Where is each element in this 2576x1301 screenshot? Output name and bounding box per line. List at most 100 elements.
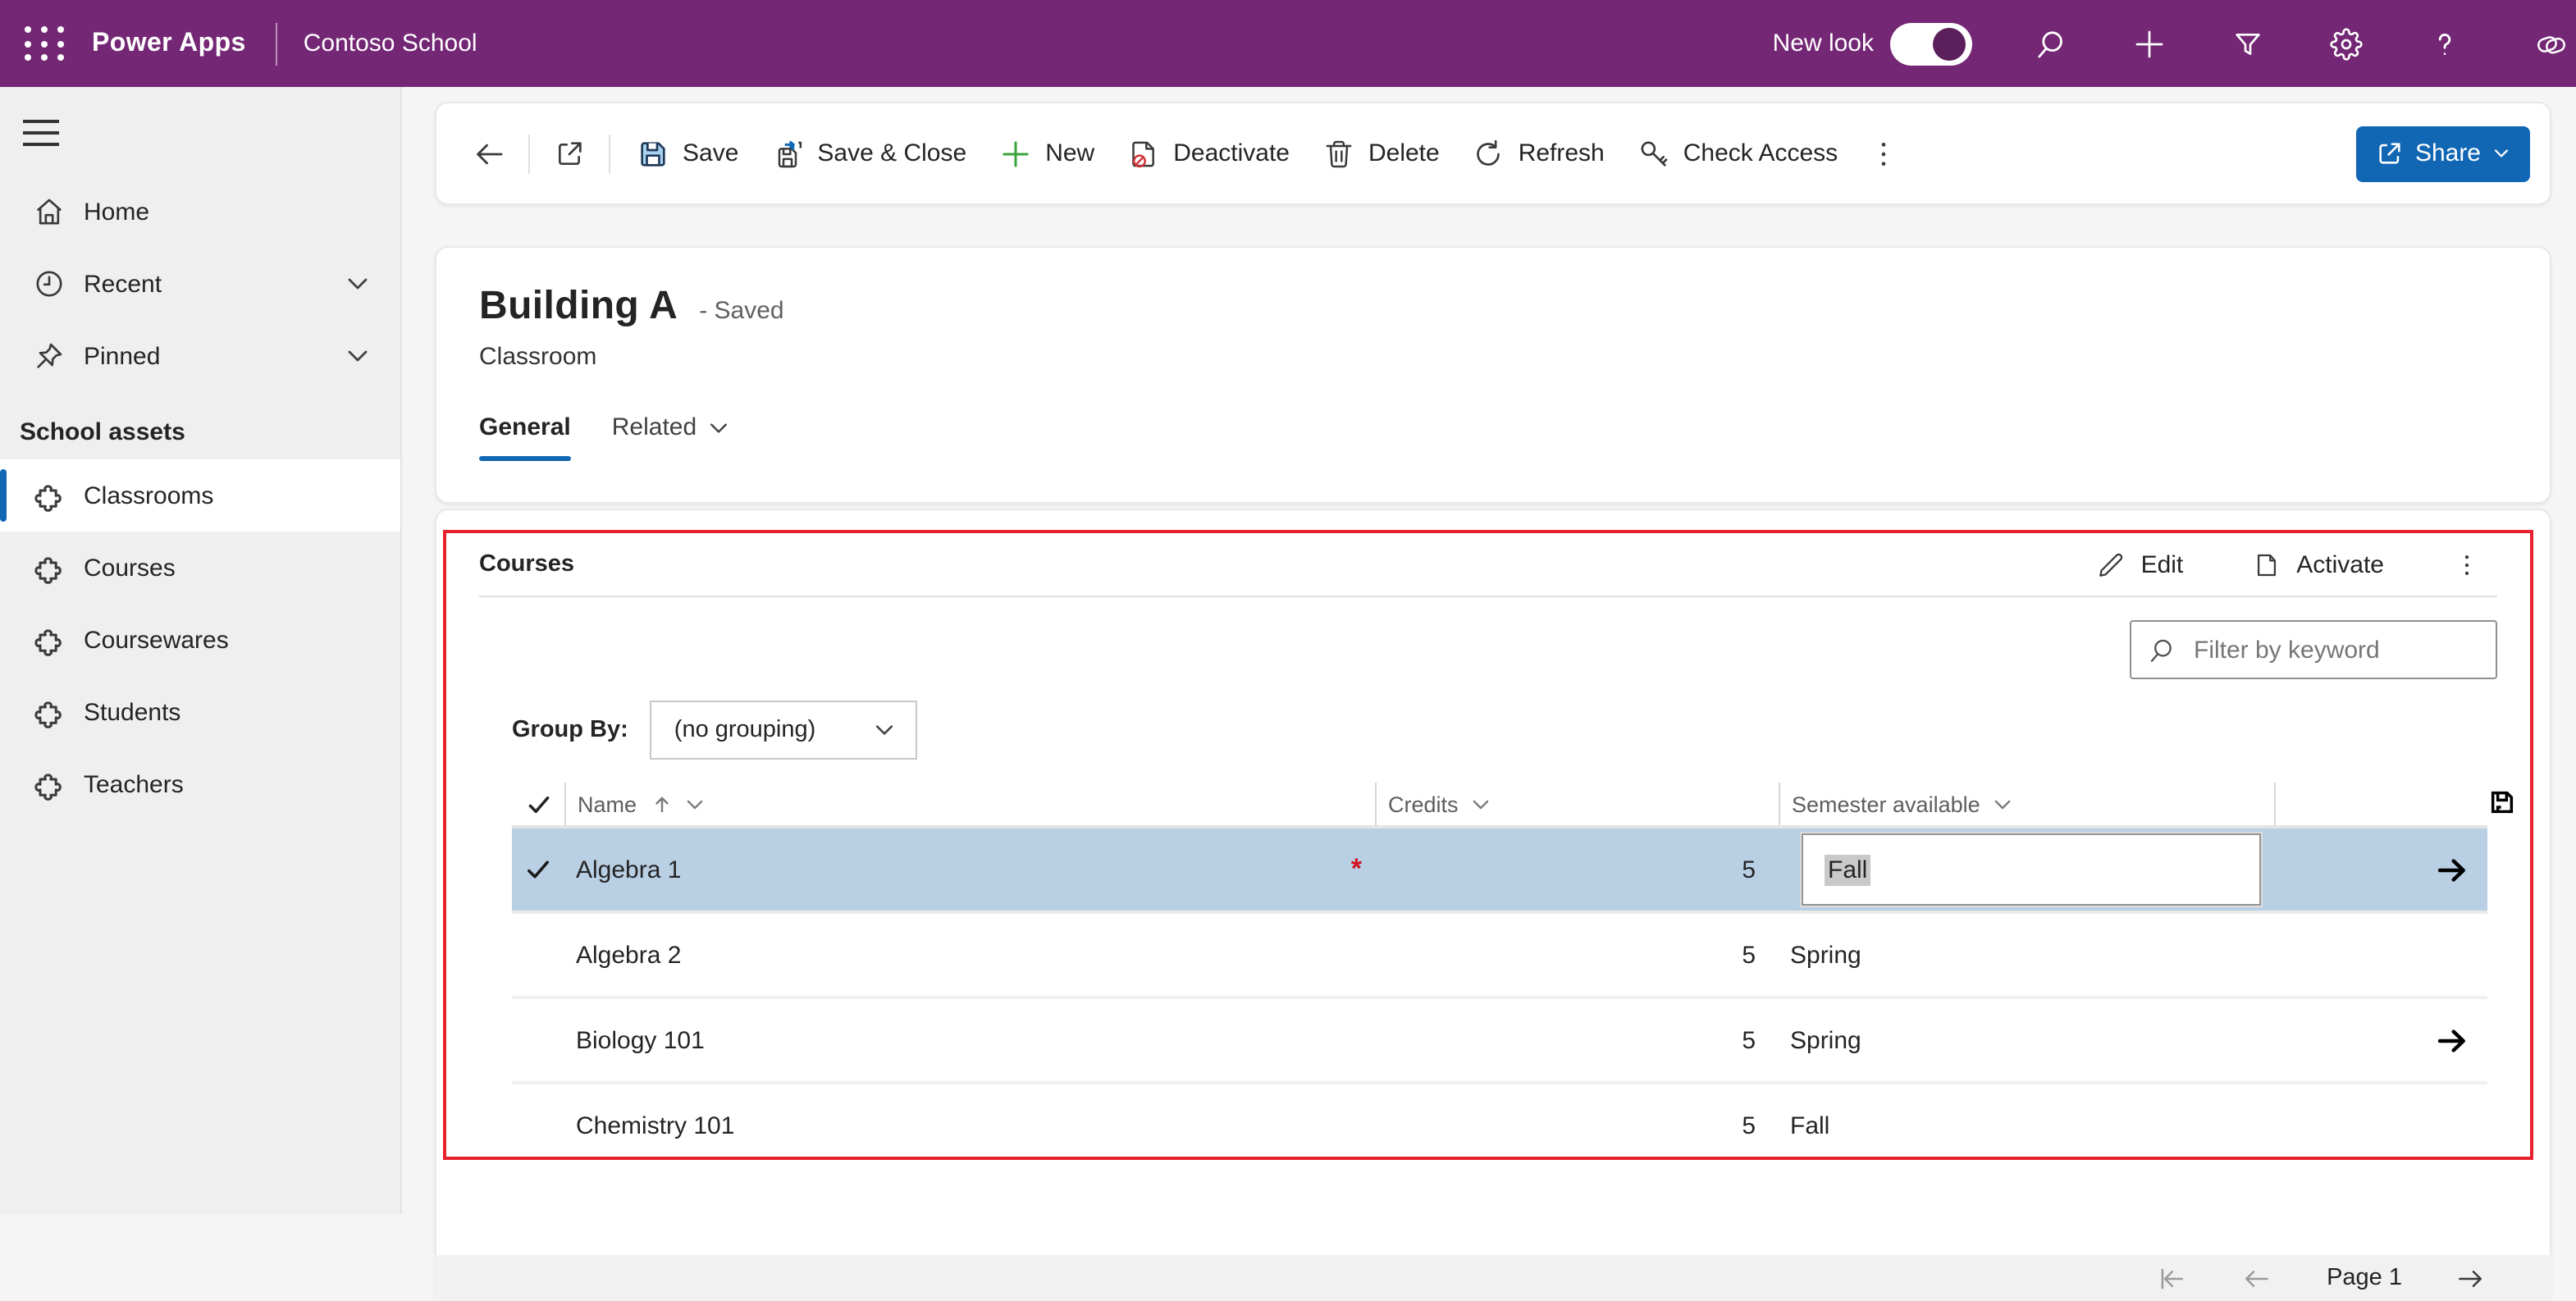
required-field-marker: *: [1350, 853, 1362, 884]
app-name[interactable]: Contoso School: [304, 30, 477, 57]
tab-related[interactable]: Related: [612, 413, 729, 461]
divider: [609, 134, 610, 173]
new-look-toggle[interactable]: [1890, 22, 1972, 65]
open-in-new-window-icon: [559, 141, 582, 164]
add-icon[interactable]: [2133, 27, 2166, 60]
save-close-icon: [779, 139, 802, 167]
sidebar-item-recent[interactable]: Recent: [0, 248, 400, 320]
checkmark-icon: [528, 860, 549, 879]
puzzle-icon: [34, 557, 62, 584]
checkmark-icon: [528, 795, 549, 813]
sidebar: Home Recent Pinned School assets Classro…: [0, 87, 402, 1214]
search-icon[interactable]: [2035, 27, 2067, 60]
first-page-icon[interactable]: [2156, 1262, 2187, 1294]
select-all-checkbox[interactable]: [512, 792, 564, 816]
edit-button[interactable]: Edit: [2077, 541, 2204, 588]
semester-edit-textbox[interactable]: Fall: [1802, 833, 2261, 906]
column-header-credits[interactable]: Credits: [1375, 783, 1779, 825]
new-plus-icon: [1003, 140, 1029, 167]
column-header-semester[interactable]: Semester available: [1779, 783, 2274, 825]
sidebar-item-coursewares[interactable]: Coursewares: [0, 604, 400, 676]
copilot-icon[interactable]: [2527, 27, 2576, 60]
save-button[interactable]: Save: [620, 124, 755, 183]
top-bar: Power Apps Contoso School New look: [0, 0, 2576, 87]
cell-open-record[interactable]: [2274, 852, 2487, 887]
back-button[interactable]: [459, 124, 518, 183]
activate-button[interactable]: Activate: [2232, 541, 2404, 588]
search-icon: [2150, 638, 2172, 661]
table-row-algebra-2[interactable]: Algebra 2 5 Spring: [512, 914, 2487, 999]
tab-general[interactable]: General: [479, 413, 571, 461]
refresh-button[interactable]: Refresh: [1456, 124, 1621, 183]
cell-open-record[interactable]: [2274, 1023, 2487, 1057]
sidebar-section-label: School assets: [20, 418, 185, 446]
share-icon: [2379, 143, 2400, 164]
hamburger-menu-icon[interactable]: [23, 120, 59, 146]
sidebar-item-pinned[interactable]: Pinned: [0, 320, 400, 392]
settings-icon[interactable]: [2330, 27, 2363, 60]
sidebar-item-teachers[interactable]: Teachers: [0, 748, 400, 820]
sidebar-item-label: Courses: [84, 554, 176, 582]
chevron-down-icon: [687, 799, 703, 809]
divider: [528, 134, 530, 173]
cell-semester[interactable]: Spring: [1779, 1026, 2274, 1054]
new-button[interactable]: New: [983, 124, 1111, 183]
command-bar-overflow-button[interactable]: [1854, 124, 1913, 183]
sidebar-item-classrooms[interactable]: Classrooms: [0, 459, 400, 532]
previous-page-icon[interactable]: [2241, 1262, 2272, 1294]
sidebar-item-courses[interactable]: Courses: [0, 532, 400, 604]
open-record-arrow-icon[interactable]: [2435, 1023, 2469, 1057]
next-page-icon[interactable]: [2455, 1262, 2486, 1294]
sidebar-item-label: Classrooms: [84, 482, 214, 509]
table-row-biology-101[interactable]: Biology 101 5 Spring: [512, 999, 2487, 1084]
edit-label: Edit: [2140, 550, 2184, 578]
delete-label: Delete: [1368, 139, 1440, 167]
cell-semester[interactable]: Spring: [1779, 941, 2274, 969]
sidebar-item-home[interactable]: Home: [0, 176, 400, 248]
share-button[interactable]: Share: [2355, 126, 2530, 181]
row-checkbox[interactable]: [512, 856, 564, 883]
cell-name[interactable]: Algebra 2: [564, 941, 1375, 969]
record-save-status: - Saved: [699, 297, 784, 325]
cell-credits[interactable]: 5: [1375, 941, 1779, 969]
deactivate-label: Deactivate: [1173, 139, 1290, 167]
cell-name[interactable]: Biology 101: [564, 1026, 1375, 1054]
courses-grid: Name Credits Semester available Algebra …: [512, 783, 2514, 1166]
group-by-dropdown[interactable]: (no grouping): [649, 701, 917, 760]
cell-name[interactable]: Chemistry 101: [564, 1112, 1375, 1139]
filter-icon[interactable]: [2231, 27, 2264, 60]
save-icon: [641, 141, 665, 166]
delete-button[interactable]: Delete: [1306, 124, 1456, 183]
subgrid-overflow-button[interactable]: [2433, 541, 2501, 588]
filter-by-keyword-input[interactable]: [2190, 634, 2523, 665]
chevron-down-icon: [1473, 799, 1488, 809]
save-and-close-button[interactable]: Save & Close: [755, 124, 983, 183]
cell-semester[interactable]: Fall: [1779, 833, 2274, 906]
cell-credits[interactable]: 5: [1375, 1112, 1779, 1139]
grid-header-row: Name Credits Semester available: [512, 783, 2514, 825]
popout-button[interactable]: [540, 124, 599, 183]
refresh-label: Refresh: [1518, 139, 1605, 167]
deactivate-button[interactable]: Deactivate: [1111, 124, 1306, 183]
refresh-icon: [1477, 139, 1500, 165]
sidebar-item-label: Students: [84, 698, 181, 726]
column-header-name[interactable]: Name: [564, 783, 1375, 825]
table-row-chemistry-101[interactable]: Chemistry 101 5 Fall: [512, 1084, 2487, 1166]
table-row-algebra-1[interactable]: Algebra 1 * 5 Fall: [512, 825, 2487, 914]
help-icon[interactable]: [2428, 27, 2461, 60]
cell-name[interactable]: Algebra 1 *: [564, 853, 1375, 886]
key-icon: [1641, 140, 1668, 166]
chevron-down-icon[interactable]: [345, 343, 371, 369]
save-all-rows-icon[interactable]: [2489, 789, 2515, 815]
record-entity-type: Classroom: [479, 343, 597, 371]
sidebar-item-label: Coursewares: [84, 626, 229, 654]
sidebar-item-students[interactable]: Students: [0, 676, 400, 748]
check-access-button[interactable]: Check Access: [1621, 124, 1854, 183]
record-title: Building A: [479, 284, 678, 328]
chevron-down-icon[interactable]: [345, 271, 371, 297]
cell-semester[interactable]: Fall: [1779, 1112, 2274, 1139]
open-record-arrow-icon[interactable]: [2435, 852, 2469, 887]
waffle-menu-icon[interactable]: [20, 19, 69, 68]
cell-credits[interactable]: 5: [1375, 856, 1779, 883]
cell-credits[interactable]: 5: [1375, 1026, 1779, 1054]
